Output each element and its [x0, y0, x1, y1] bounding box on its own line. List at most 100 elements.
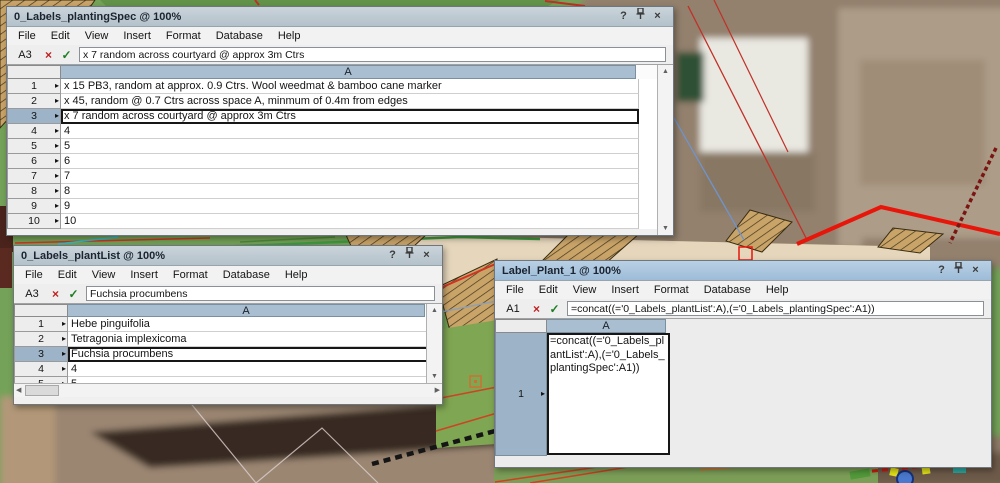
accept-icon[interactable]: ✓ [66, 287, 81, 301]
table-row[interactable]: 6▸6 [7, 154, 657, 169]
row-marker-icon: ▸ [62, 364, 66, 374]
menu-help[interactable]: Help [285, 269, 308, 281]
menu-bar: File Edit View Insert Format Database He… [14, 266, 442, 284]
cancel-icon[interactable]: × [41, 48, 56, 62]
row-marker-icon: ▸ [541, 389, 545, 399]
accept-icon[interactable]: ✓ [547, 302, 562, 316]
vertical-scrollbar[interactable]: ▲ ▼ [426, 304, 442, 383]
formula-input[interactable] [79, 47, 666, 62]
window-planting-spec[interactable]: 0_Labels_plantingSpec @ 100% ? × File Ed… [6, 6, 674, 236]
scrollbar-thumb[interactable] [25, 385, 59, 396]
worksheet-grid: A 1▸x 15 PB3, random at approx. 0.9 Ctrs… [7, 64, 673, 235]
close-button[interactable]: × [649, 8, 666, 25]
menu-format[interactable]: Format [173, 269, 208, 281]
column-header-a[interactable]: A [68, 304, 425, 317]
formula-cell[interactable]: =concat((='0_Labels_plantList':A),(='0_L… [547, 333, 670, 455]
grid-corner[interactable] [14, 304, 68, 317]
table-row[interactable]: 9▸9 [7, 199, 657, 214]
column-header-a[interactable]: A [547, 319, 666, 333]
menu-file[interactable]: File [506, 284, 524, 296]
titlebar[interactable]: 0_Labels_plantingSpec @ 100% ? × [7, 7, 673, 27]
row-marker-icon: ▸ [62, 349, 66, 359]
menu-insert[interactable]: Insert [123, 30, 151, 42]
window-label-plant[interactable]: Label_Plant_1 @ 100% ? × File Edit View … [494, 260, 992, 468]
menu-bar: File Edit View Insert Format Database He… [495, 281, 991, 299]
scroll-down-icon[interactable]: ▼ [660, 222, 671, 235]
window-plant-list[interactable]: 0_Labels_plantList @ 100% ? × File Edit … [13, 245, 443, 405]
row-marker-icon: ▸ [55, 81, 59, 91]
menu-format[interactable]: Format [654, 284, 689, 296]
cancel-icon[interactable]: × [529, 302, 544, 316]
pin-icon[interactable] [950, 262, 967, 279]
menu-view[interactable]: View [85, 30, 109, 42]
window-title: 0_Labels_plantList @ 100% [21, 250, 384, 262]
menu-edit[interactable]: Edit [539, 284, 558, 296]
grid-corner[interactable] [495, 319, 547, 333]
titlebar[interactable]: Label_Plant_1 @ 100% ? × [495, 261, 991, 281]
menu-database[interactable]: Database [704, 284, 751, 296]
table-row[interactable]: 4▸4 [7, 124, 657, 139]
menu-database[interactable]: Database [216, 30, 263, 42]
table-row[interactable]: 4▸4 [14, 362, 426, 377]
formula-bar: A3 × ✓ [7, 45, 673, 64]
scroll-up-icon[interactable]: ▲ [429, 304, 440, 317]
worksheet-grid: A 1▸ =concat((='0_Labels_plantList':A),(… [495, 318, 991, 467]
scroll-right-icon[interactable]: ▶ [433, 384, 442, 397]
horizontal-scrollbar[interactable]: ◀ ▶ [14, 383, 442, 397]
table-row[interactable]: 1▸Hebe pinguifolia [14, 317, 426, 332]
scroll-left-icon[interactable]: ◀ [14, 384, 23, 397]
table-row[interactable]: 1▸x 15 PB3, random at approx. 0.9 Ctrs. … [7, 79, 657, 94]
table-row-selected[interactable]: 1▸ =concat((='0_Labels_plantList':A),(='… [495, 333, 991, 455]
table-row[interactable]: 5▸5 [7, 139, 657, 154]
row-marker-icon: ▸ [62, 379, 66, 383]
menu-insert[interactable]: Insert [130, 269, 158, 281]
row-marker-icon: ▸ [55, 111, 59, 121]
scroll-up-icon[interactable]: ▲ [660, 65, 671, 78]
row-marker-icon: ▸ [55, 216, 59, 226]
pin-icon[interactable] [632, 8, 649, 25]
menu-view[interactable]: View [573, 284, 597, 296]
window-title: 0_Labels_plantingSpec @ 100% [14, 11, 615, 23]
table-row[interactable]: 2▸x 45, random @ 0.7 Ctrs across space A… [7, 94, 657, 109]
close-button[interactable]: × [418, 247, 435, 264]
formula-bar: A3 × ✓ [14, 284, 442, 303]
cell-reference: A1 [500, 303, 526, 315]
menu-format[interactable]: Format [166, 30, 201, 42]
table-row-selected[interactable]: 3▸Fuchsia procumbens [14, 347, 426, 362]
column-header-a[interactable]: A [61, 65, 636, 79]
accept-icon[interactable]: ✓ [59, 48, 74, 62]
menu-database[interactable]: Database [223, 269, 270, 281]
table-row[interactable]: 7▸7 [7, 169, 657, 184]
close-button[interactable]: × [967, 262, 984, 279]
help-button[interactable]: ? [933, 262, 950, 279]
vertical-scrollbar[interactable]: ▲ ▼ [657, 65, 673, 235]
menu-edit[interactable]: Edit [51, 30, 70, 42]
table-row-selected[interactable]: 3▸x 7 random across courtyard @ approx 3… [7, 109, 657, 124]
help-button[interactable]: ? [384, 247, 401, 264]
row-marker-icon: ▸ [62, 319, 66, 329]
row-marker-icon: ▸ [55, 96, 59, 106]
cancel-icon[interactable]: × [48, 287, 63, 301]
table-row[interactable]: 10▸10 [7, 214, 657, 229]
table-row[interactable]: 2▸Tetragonia implexicoma [14, 332, 426, 347]
table-row[interactable]: 8▸8 [7, 184, 657, 199]
menu-bar: File Edit View Insert Format Database He… [7, 27, 673, 45]
pin-icon[interactable] [401, 247, 418, 264]
scroll-down-icon[interactable]: ▼ [429, 370, 440, 383]
titlebar[interactable]: 0_Labels_plantList @ 100% ? × [14, 246, 442, 266]
menu-help[interactable]: Help [766, 284, 789, 296]
row-marker-icon: ▸ [55, 186, 59, 196]
menu-file[interactable]: File [18, 30, 36, 42]
maroon-edge2 [0, 248, 12, 288]
menu-edit[interactable]: Edit [58, 269, 77, 281]
row-marker-icon: ▸ [55, 156, 59, 166]
menu-view[interactable]: View [92, 269, 116, 281]
menu-file[interactable]: File [25, 269, 43, 281]
menu-help[interactable]: Help [278, 30, 301, 42]
row-marker-icon: ▸ [62, 334, 66, 344]
formula-input[interactable] [567, 301, 984, 316]
help-button[interactable]: ? [615, 8, 632, 25]
grid-corner[interactable] [7, 65, 61, 79]
formula-input[interactable] [86, 286, 435, 301]
menu-insert[interactable]: Insert [611, 284, 639, 296]
